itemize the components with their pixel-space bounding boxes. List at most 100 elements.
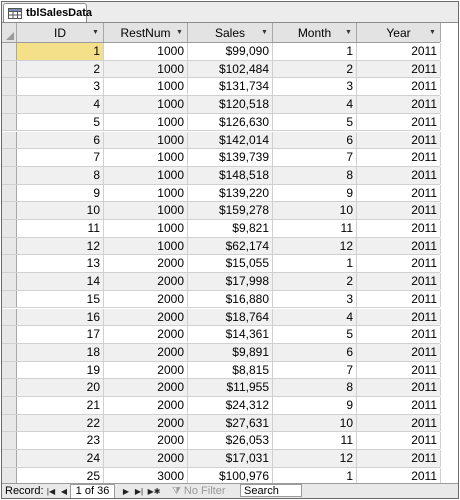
cell-restnum[interactable]: 1000 <box>104 166 188 184</box>
record-selector[interactable] <box>2 467 17 485</box>
cell-id[interactable]: 1 <box>17 43 104 60</box>
cell-restnum[interactable]: 1000 <box>104 60 188 78</box>
cell-year[interactable]: 2011 <box>357 379 441 396</box>
cell-month[interactable]: 3 <box>273 78 357 96</box>
record-selector[interactable] <box>2 273 17 290</box>
table-row[interactable]: 16 2000 $18,764 4 2011 <box>2 308 441 327</box>
table-row[interactable]: 6 1000 $142,014 6 2011 <box>2 131 441 150</box>
cell-sales[interactable]: $100,976 <box>188 467 273 485</box>
cell-year[interactable]: 2011 <box>357 166 441 184</box>
cell-restnum[interactable]: 2000 <box>104 290 188 308</box>
cell-month[interactable]: 2 <box>273 273 357 290</box>
record-selector[interactable] <box>2 78 17 96</box>
cell-sales[interactable]: $142,014 <box>188 131 273 149</box>
current-record-field[interactable]: 1 of 36 <box>70 484 115 498</box>
cell-restnum[interactable]: 1000 <box>104 131 188 149</box>
cell-year[interactable]: 2011 <box>357 220 441 237</box>
record-selector[interactable] <box>2 326 17 343</box>
cell-id[interactable]: 9 <box>17 184 104 202</box>
cell-restnum[interactable]: 2000 <box>104 432 188 450</box>
cell-sales[interactable]: $17,031 <box>188 450 273 467</box>
cell-sales[interactable]: $27,631 <box>188 414 273 432</box>
next-record-icon[interactable]: ▶ <box>120 485 132 497</box>
cell-sales[interactable]: $11,955 <box>188 379 273 396</box>
cell-id[interactable]: 20 <box>17 379 104 396</box>
cell-month[interactable]: 5 <box>273 326 357 343</box>
table-row[interactable]: 9 1000 $139,220 9 2011 <box>2 184 441 203</box>
record-selector[interactable] <box>2 308 17 326</box>
cell-sales[interactable]: $17,998 <box>188 273 273 290</box>
cell-month[interactable]: 10 <box>273 202 357 219</box>
cell-restnum[interactable]: 2000 <box>104 361 188 379</box>
tab-tblsalesdata[interactable]: tblSalesData <box>3 3 92 22</box>
cell-year[interactable]: 2011 <box>357 450 441 467</box>
record-selector[interactable] <box>2 290 17 308</box>
cell-year[interactable]: 2011 <box>357 343 441 361</box>
cell-restnum[interactable]: 1000 <box>104 184 188 202</box>
cell-id[interactable]: 4 <box>17 96 104 113</box>
cell-id[interactable]: 23 <box>17 432 104 450</box>
cell-month[interactable]: 6 <box>273 343 357 361</box>
record-selector[interactable] <box>2 397 17 414</box>
column-header-restnum[interactable]: RestNum ▼ <box>104 23 188 42</box>
cell-year[interactable]: 2011 <box>357 361 441 379</box>
cell-year[interactable]: 2011 <box>357 60 441 78</box>
cell-id[interactable]: 13 <box>17 255 104 273</box>
cell-year[interactable]: 2011 <box>357 308 441 326</box>
cell-sales[interactable]: $126,630 <box>188 113 273 131</box>
cell-sales[interactable]: $8,815 <box>188 361 273 379</box>
column-header-id[interactable]: ID ▼ <box>17 23 104 42</box>
cell-year[interactable]: 2011 <box>357 131 441 149</box>
cell-year[interactable]: 2011 <box>357 467 441 485</box>
cell-id[interactable]: 21 <box>17 397 104 414</box>
record-selector[interactable] <box>2 450 17 467</box>
cell-sales[interactable]: $15,055 <box>188 255 273 273</box>
record-selector[interactable] <box>2 149 17 166</box>
record-selector[interactable] <box>2 343 17 361</box>
cell-sales[interactable]: $120,518 <box>188 96 273 113</box>
cell-sales[interactable]: $139,739 <box>188 149 273 166</box>
record-selector[interactable] <box>2 414 17 432</box>
column-header-month[interactable]: Month ▼ <box>273 23 357 42</box>
record-selector[interactable] <box>2 361 17 379</box>
column-header-sales[interactable]: Sales ▼ <box>188 23 273 42</box>
cell-id[interactable]: 25 <box>17 467 104 485</box>
cell-month[interactable]: 1 <box>273 43 357 60</box>
cell-id[interactable]: 6 <box>17 131 104 149</box>
cell-year[interactable]: 2011 <box>357 432 441 450</box>
cell-sales[interactable]: $148,518 <box>188 166 273 184</box>
cell-year[interactable]: 2011 <box>357 149 441 166</box>
record-selector[interactable] <box>2 131 17 149</box>
cell-year[interactable]: 2011 <box>357 96 441 113</box>
cell-restnum[interactable]: 2000 <box>104 397 188 414</box>
chevron-down-icon[interactable]: ▼ <box>259 27 270 38</box>
cell-restnum[interactable]: 1000 <box>104 220 188 237</box>
table-row[interactable]: 10 1000 $159,278 10 2011 <box>2 202 441 220</box>
cell-id[interactable]: 7 <box>17 149 104 166</box>
cell-restnum[interactable]: 1000 <box>104 78 188 96</box>
chevron-down-icon[interactable]: ▼ <box>90 27 101 38</box>
cell-restnum[interactable]: 2000 <box>104 273 188 290</box>
record-selector[interactable] <box>2 202 17 219</box>
cell-sales[interactable]: $62,174 <box>188 237 273 255</box>
cell-id[interactable]: 3 <box>17 78 104 96</box>
record-selector[interactable] <box>2 166 17 184</box>
cell-id[interactable]: 16 <box>17 308 104 326</box>
cell-year[interactable]: 2011 <box>357 113 441 131</box>
record-selector[interactable] <box>2 184 17 202</box>
table-row[interactable]: 2 1000 $102,484 2 2011 <box>2 60 441 79</box>
cell-month[interactable]: 9 <box>273 184 357 202</box>
cell-month[interactable]: 7 <box>273 361 357 379</box>
cell-sales[interactable]: $102,484 <box>188 60 273 78</box>
cell-sales[interactable]: $26,053 <box>188 432 273 450</box>
cell-year[interactable]: 2011 <box>357 326 441 343</box>
cell-restnum[interactable]: 2000 <box>104 308 188 326</box>
cell-restnum[interactable]: 2000 <box>104 326 188 343</box>
table-row[interactable]: 1 1000 $99,090 1 2011 <box>2 43 441 61</box>
record-selector[interactable] <box>2 379 17 396</box>
record-selector[interactable] <box>2 255 17 273</box>
cell-restnum[interactable]: 1000 <box>104 96 188 113</box>
cell-sales[interactable]: $9,891 <box>188 343 273 361</box>
cell-month[interactable]: 1 <box>273 255 357 273</box>
table-row[interactable]: 13 2000 $15,055 1 2011 <box>2 255 441 274</box>
